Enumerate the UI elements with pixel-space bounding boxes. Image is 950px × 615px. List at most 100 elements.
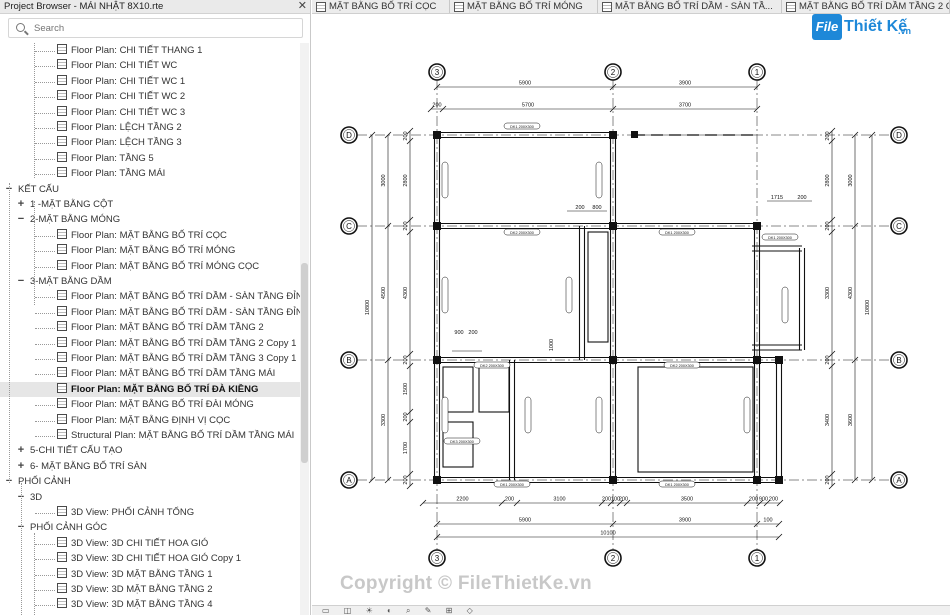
tab-label: MẶT BẰNG BỐ TRÍ DẦM TẦNG 2 C... [799, 1, 950, 12]
tree-view-item[interactable]: Floor Plan: MẶT BẰNG BỐ TRÍ ĐÀ KIỀNG [0, 381, 300, 397]
tree-view-item[interactable]: Floor Plan: CHI TIẾT WC 2 [57, 89, 185, 104]
tree-item-label: Floor Plan: MẶT BẰNG BỐ TRÍ DẦM - SÀN TẦ… [71, 291, 300, 303]
tree-view-item[interactable]: 3D View: 3D CHI TIẾT HOA GIÓ Copy 1 [57, 551, 241, 566]
dimension-label: 3400 [825, 414, 831, 426]
search-input[interactable] [34, 21, 294, 36]
tree-view-item[interactable]: Floor Plan: MẶT BẰNG BỐ TRÍ MÓNG [57, 243, 235, 258]
tree-view-item[interactable]: Floor Plan: MẶT BẰNG BỐ TRÍ CỌC [57, 228, 227, 243]
tree-group-item[interactable]: 2-MẶT BẰNG MÓNG [30, 212, 120, 227]
tree-group-item[interactable]: PHỐI CẢNH GÓC [30, 520, 107, 535]
tree-connector [35, 51, 55, 52]
grid-bubble-label: D [346, 131, 352, 140]
tree-view-item[interactable]: Floor Plan: MẶT BẰNG BỐ TRÍ DẦM TẦNG 3 C… [57, 351, 296, 366]
tree-view-item[interactable]: Floor Plan: TẦNG 5 [57, 151, 154, 166]
tree-scrollbar[interactable] [300, 43, 309, 615]
beam-tag-label: DK1 200X300 [665, 231, 689, 235]
tree-connector [35, 158, 55, 160]
column [433, 222, 441, 230]
grid-bubble-label: 1 [755, 68, 760, 77]
column [775, 476, 783, 484]
tree-view-item[interactable]: Floor Plan: MẶT BẰNG BỐ TRÍ ĐÀI MÓNG [57, 397, 254, 412]
project-browser-title-text: Project Browser - MÁI NHẬT 8X10.rte [4, 1, 164, 12]
expand-icon[interactable]: + [16, 197, 26, 212]
tree-view-item[interactable]: Floor Plan: MẶT BẰNG BỐ TRÍ DẦM - SÀN TẦ… [57, 289, 300, 304]
tree-view-item[interactable]: 3D View: PHỐI CẢNH TỔNG [57, 505, 194, 520]
tree-view-item[interactable]: Floor Plan: LỆCH TẦNG 2 [57, 120, 182, 135]
tree-item-label: Floor Plan: MẶT BẰNG BỐ TRÍ MÓNG CỌC [71, 260, 260, 272]
grid-bubble-label: 2 [611, 554, 616, 563]
tree-item-label: 3-MẶT BẰNG DẦM [30, 276, 112, 287]
view-tab[interactable]: MẶT BẰNG BỐ TRÍ DẦM TẦNG 2 C... [782, 0, 950, 13]
dimension-label: 200 [602, 497, 611, 503]
dimension-label: 200 [403, 131, 409, 140]
dimension-label: 200 [505, 497, 514, 503]
tree-view-item[interactable]: Floor Plan: MẶT BẰNG BỐ TRÍ DẦM - SÀN TẦ… [57, 305, 300, 320]
tree-view-item[interactable]: Floor Plan: CHI TIẾT WC [57, 58, 177, 73]
tree-view-item[interactable]: Floor Plan: MẶT BẰNG BỐ TRÍ MÓNG CỌC [57, 259, 259, 274]
collapse-icon[interactable]: − [16, 274, 26, 289]
view-icon [57, 321, 67, 332]
tree-item-label: PHỐI CẢNH GÓC [30, 522, 108, 534]
tree-view-item[interactable]: Floor Plan: MẶT BẰNG BỐ TRÍ DẦM TẦNG 2 [57, 320, 264, 335]
tree-group-item[interactable]: 3D [30, 490, 42, 505]
view-icon [57, 552, 67, 563]
tree-view-item[interactable]: Floor Plan: LỆCH TẦNG 3 [57, 135, 182, 150]
tree-group-item[interactable]: PHỐI CẢNH [18, 474, 71, 489]
tree-trunk-line [34, 201, 35, 305]
tree-item-label: 5-CHI TIẾT CẤU TẠO [30, 445, 123, 457]
tree-item-label: Floor Plan: MẶT BẰNG BỐ TRÍ DẦM TẦNG 2 C… [71, 337, 297, 349]
tree-view-item[interactable]: 3D View: 3D MẶT BẰNG TẦNG 1 [57, 567, 213, 582]
dimension-label: 3500 [681, 497, 693, 503]
tree-group-item[interactable]: 1 -MẶT BẰNG CỘT [30, 197, 113, 212]
view-icon [57, 59, 67, 70]
column [609, 476, 617, 484]
tree-item-label: PHỐI CẢNH [18, 476, 71, 488]
tree-group-item[interactable]: KẾT CẤU [18, 182, 59, 197]
tree-view-item[interactable]: Floor Plan: MẶT BẰNG ĐỊNH VỊ CỌC [57, 413, 230, 428]
tree-view-item[interactable]: 3D View: 3D MẶT BẰNG TẦNG 2 [57, 582, 213, 597]
tree-trunk-line [21, 483, 22, 615]
tree-item-label: Floor Plan: MẶT BẰNG BỐ TRÍ DẦM TẦNG MÁI [71, 368, 276, 380]
tree-view-item[interactable]: Floor Plan: TẦNG MÁI [57, 166, 165, 181]
tree-group-item[interactable]: 6- MẶT BẰNG BỐ TRÍ SÀN [30, 459, 147, 474]
tree-group-item[interactable]: 5-CHI TIẾT CẤU TẠO [30, 443, 122, 458]
drawing-canvas[interactable]: 3 3 2 2 1 1 D D C C B B A A DK1 200X300 DK2 200X300 DK2 … [312, 15, 950, 605]
view-tab[interactable]: MẶT BẰNG BỐ TRÍ MÓNG [450, 0, 598, 13]
tree-item-label: Floor Plan: LỆCH TẦNG 2 [71, 122, 182, 133]
room-bay [637, 366, 754, 473]
beam-tag [743, 396, 751, 434]
grid-bubble-label: B [346, 356, 351, 365]
stair-bay [587, 231, 609, 343]
tree-view-item[interactable]: Structural Plan: MẶT BẰNG BỐ TRÍ DẦM TẦN… [57, 428, 294, 443]
tree-view-item[interactable]: Floor Plan: MẶT BẰNG BỐ TRÍ DẦM TẦNG MÁI [57, 366, 275, 381]
view-control-bar[interactable]: ▭ ◫ ☀ ◐ ⌕ ✎ ⊞ ◇ [312, 605, 950, 615]
column [753, 222, 761, 230]
search-box[interactable] [8, 18, 303, 38]
tree-trunk-line [9, 183, 10, 483]
expand-icon[interactable]: + [16, 459, 26, 474]
grid-bubble-label: A [896, 476, 902, 485]
tree-view-item[interactable]: Floor Plan: CHI TIẾT WC 1 [57, 74, 185, 89]
column [433, 476, 441, 484]
tree-connector [35, 112, 55, 114]
collapse-icon[interactable]: − [16, 212, 26, 227]
structural-floor-plan[interactable]: 3 3 2 2 1 1 D D C C B B A A DK1 200X300 DK2 200X300 DK2 … [312, 15, 950, 605]
tree-view-item[interactable]: 3D View: 3D MẶT BẰNG TẦNG 4 [57, 597, 213, 612]
close-icon[interactable]: ✕ [298, 0, 307, 13]
view-icon [57, 413, 67, 424]
expand-icon[interactable]: + [16, 443, 26, 458]
tree-view-item[interactable]: Floor Plan: CHI TIẾT WC 3 [57, 105, 185, 120]
tree-scrollbar-thumb[interactable] [301, 263, 308, 463]
tree-connector [35, 97, 55, 99]
tree-group-item[interactable]: 3-MẶT BẰNG DẦM [30, 274, 112, 289]
tree-item-label: 3D View: 3D MẶT BẰNG TẦNG 4 [71, 599, 213, 611]
tree-item-label: Floor Plan: MẶT BẰNG BỐ TRÍ DẦM TẦNG 3 C… [71, 353, 297, 364]
tree-item-label: Floor Plan: MẶT BẰNG BỐ TRÍ ĐÀI MÓNG [71, 399, 254, 411]
tree-view-item[interactable]: 3D View: 3D CHI TIẾT HOA GIÓ [57, 536, 208, 551]
dimension-label: 3700 [679, 103, 691, 109]
dimension-label: 200 [825, 131, 831, 140]
view-tab[interactable]: MẶT BẰNG BỐ TRÍ DẦM - SÀN TẦ... [598, 0, 782, 13]
tree-view-item[interactable]: Floor Plan: MẶT BẰNG BỐ TRÍ DẦM TẦNG 2 C… [57, 336, 296, 351]
view-tab[interactable]: MẶT BẰNG BỐ TRÍ CỌC [312, 0, 450, 13]
tree-view-item[interactable]: Floor Plan: CHI TIẾT THANG 1 [57, 43, 202, 58]
